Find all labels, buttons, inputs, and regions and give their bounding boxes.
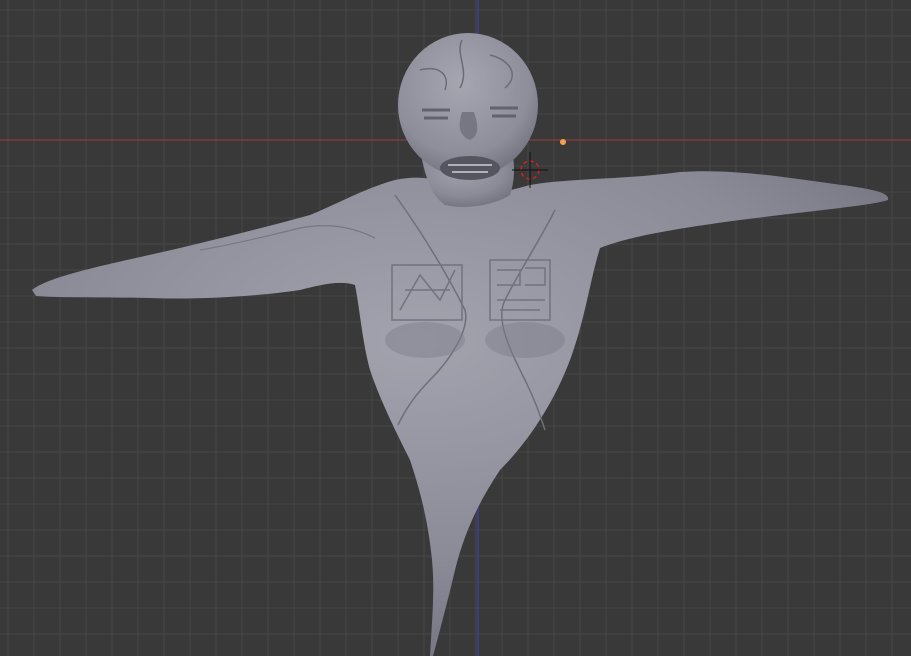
mesh-chest-shade	[485, 322, 565, 358]
3d-cursor-icon[interactable]	[512, 152, 548, 188]
3d-viewport[interactable]	[0, 0, 911, 656]
head-mouth	[440, 156, 500, 180]
mesh-chest-shade	[385, 322, 465, 358]
viewport-canvas[interactable]	[0, 0, 911, 656]
sculpted-mesh-object[interactable]	[32, 33, 889, 656]
object-origin-dot	[560, 139, 566, 145]
mesh-head[interactable]	[398, 33, 538, 177]
